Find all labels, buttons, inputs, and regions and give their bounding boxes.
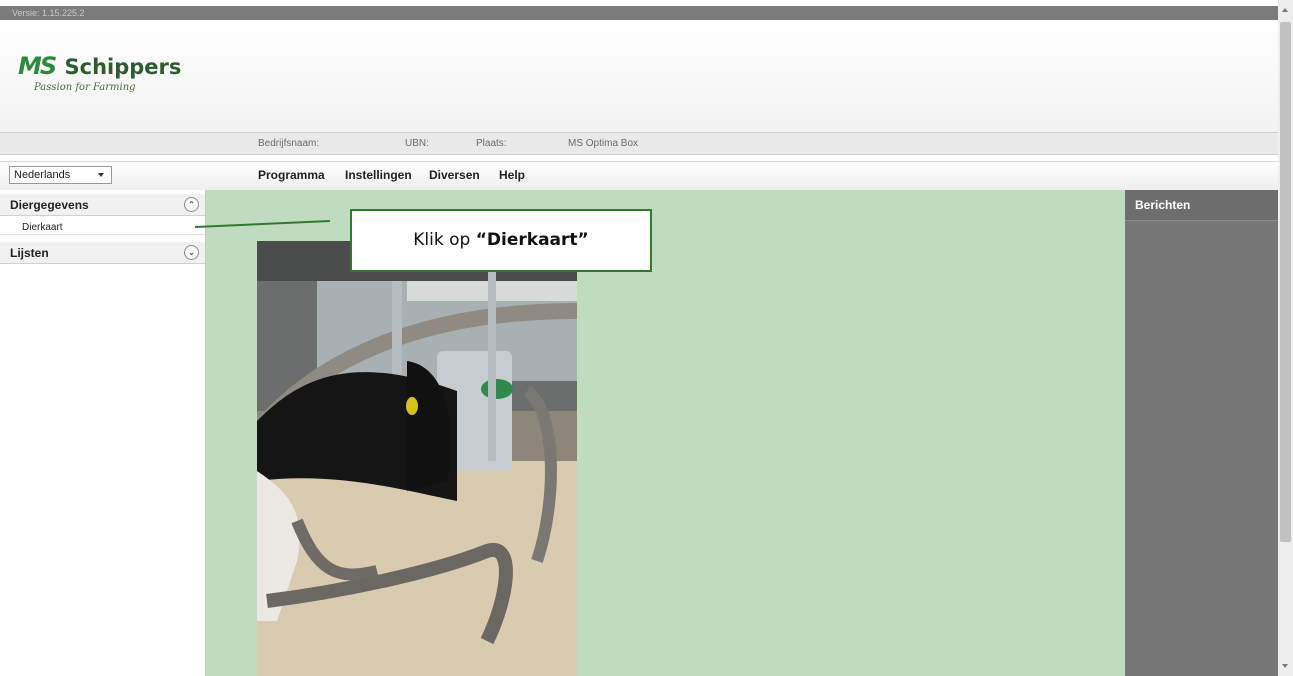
chevron-down-icon[interactable]: ⌄ xyxy=(184,245,199,260)
brand-name: Schippers xyxy=(64,55,182,79)
language-selected: Nederlands xyxy=(14,169,71,181)
company-info-bar: Bedrijfsnaam: UBN: Plaats: MS Optima Box xyxy=(0,132,1278,155)
page-scrollbar[interactable] xyxy=(1278,0,1293,676)
messages-panel: Berichten xyxy=(1125,190,1278,676)
scroll-down-icon[interactable] xyxy=(1282,664,1288,668)
version-text: Versie: 1.15.225.2 xyxy=(12,8,85,18)
brand-mark: MS xyxy=(18,52,57,80)
scroll-up-icon[interactable] xyxy=(1282,8,1288,12)
callout-prefix: Klik op xyxy=(413,230,476,250)
brand-tagline: Passion for Farming xyxy=(34,82,136,93)
menu-help[interactable]: Help xyxy=(499,168,525,182)
menu-programma[interactable]: Programma xyxy=(258,168,325,182)
callout-emphasis: “Dierkaart” xyxy=(475,230,589,250)
sidebar-item-dierkaart[interactable]: Dierkaart xyxy=(0,220,205,235)
sidebar-section-lijsten[interactable]: Lijsten ⌄ xyxy=(0,242,205,264)
menu-instellingen[interactable]: Instellingen xyxy=(345,168,412,182)
messages-panel-title: Berichten xyxy=(1125,190,1278,221)
version-bar: Versie: 1.15.225.2 xyxy=(0,6,1278,20)
instruction-callout: Klik op “Dierkaart” xyxy=(350,209,652,272)
menu-bar: Nederlands Programma Instellingen Divers… xyxy=(0,161,1278,190)
brand-logo: MS Schippers Passion for Farming xyxy=(18,52,181,93)
section-label: Lijsten xyxy=(10,246,49,260)
chevron-up-icon[interactable]: ⌃ xyxy=(184,197,199,212)
cow-feeder-photo xyxy=(257,241,577,676)
app-header: MS Schippers Passion for Farming xyxy=(0,20,1278,132)
product-name: MS Optima Box xyxy=(568,138,639,149)
section-label: Diergegevens xyxy=(10,198,89,212)
scroll-thumb[interactable] xyxy=(1280,22,1291,542)
caret-down-icon xyxy=(98,173,104,177)
sidebar-item-label: Dierkaart xyxy=(22,222,63,233)
company-name-label: Bedrijfsnaam: xyxy=(258,138,320,149)
language-select[interactable]: Nederlands xyxy=(9,166,112,184)
place-label: Plaats: xyxy=(476,138,507,149)
sidebar-section-diergegevens[interactable]: Diergegevens ⌃ xyxy=(0,194,205,216)
ubn-label: UBN: xyxy=(405,138,429,149)
callout-pointer-line xyxy=(195,220,331,228)
menu-diversen[interactable]: Diversen xyxy=(429,168,480,182)
sidebar: Diergegevens ⌃ Dierkaart Lijsten ⌄ xyxy=(0,190,206,676)
